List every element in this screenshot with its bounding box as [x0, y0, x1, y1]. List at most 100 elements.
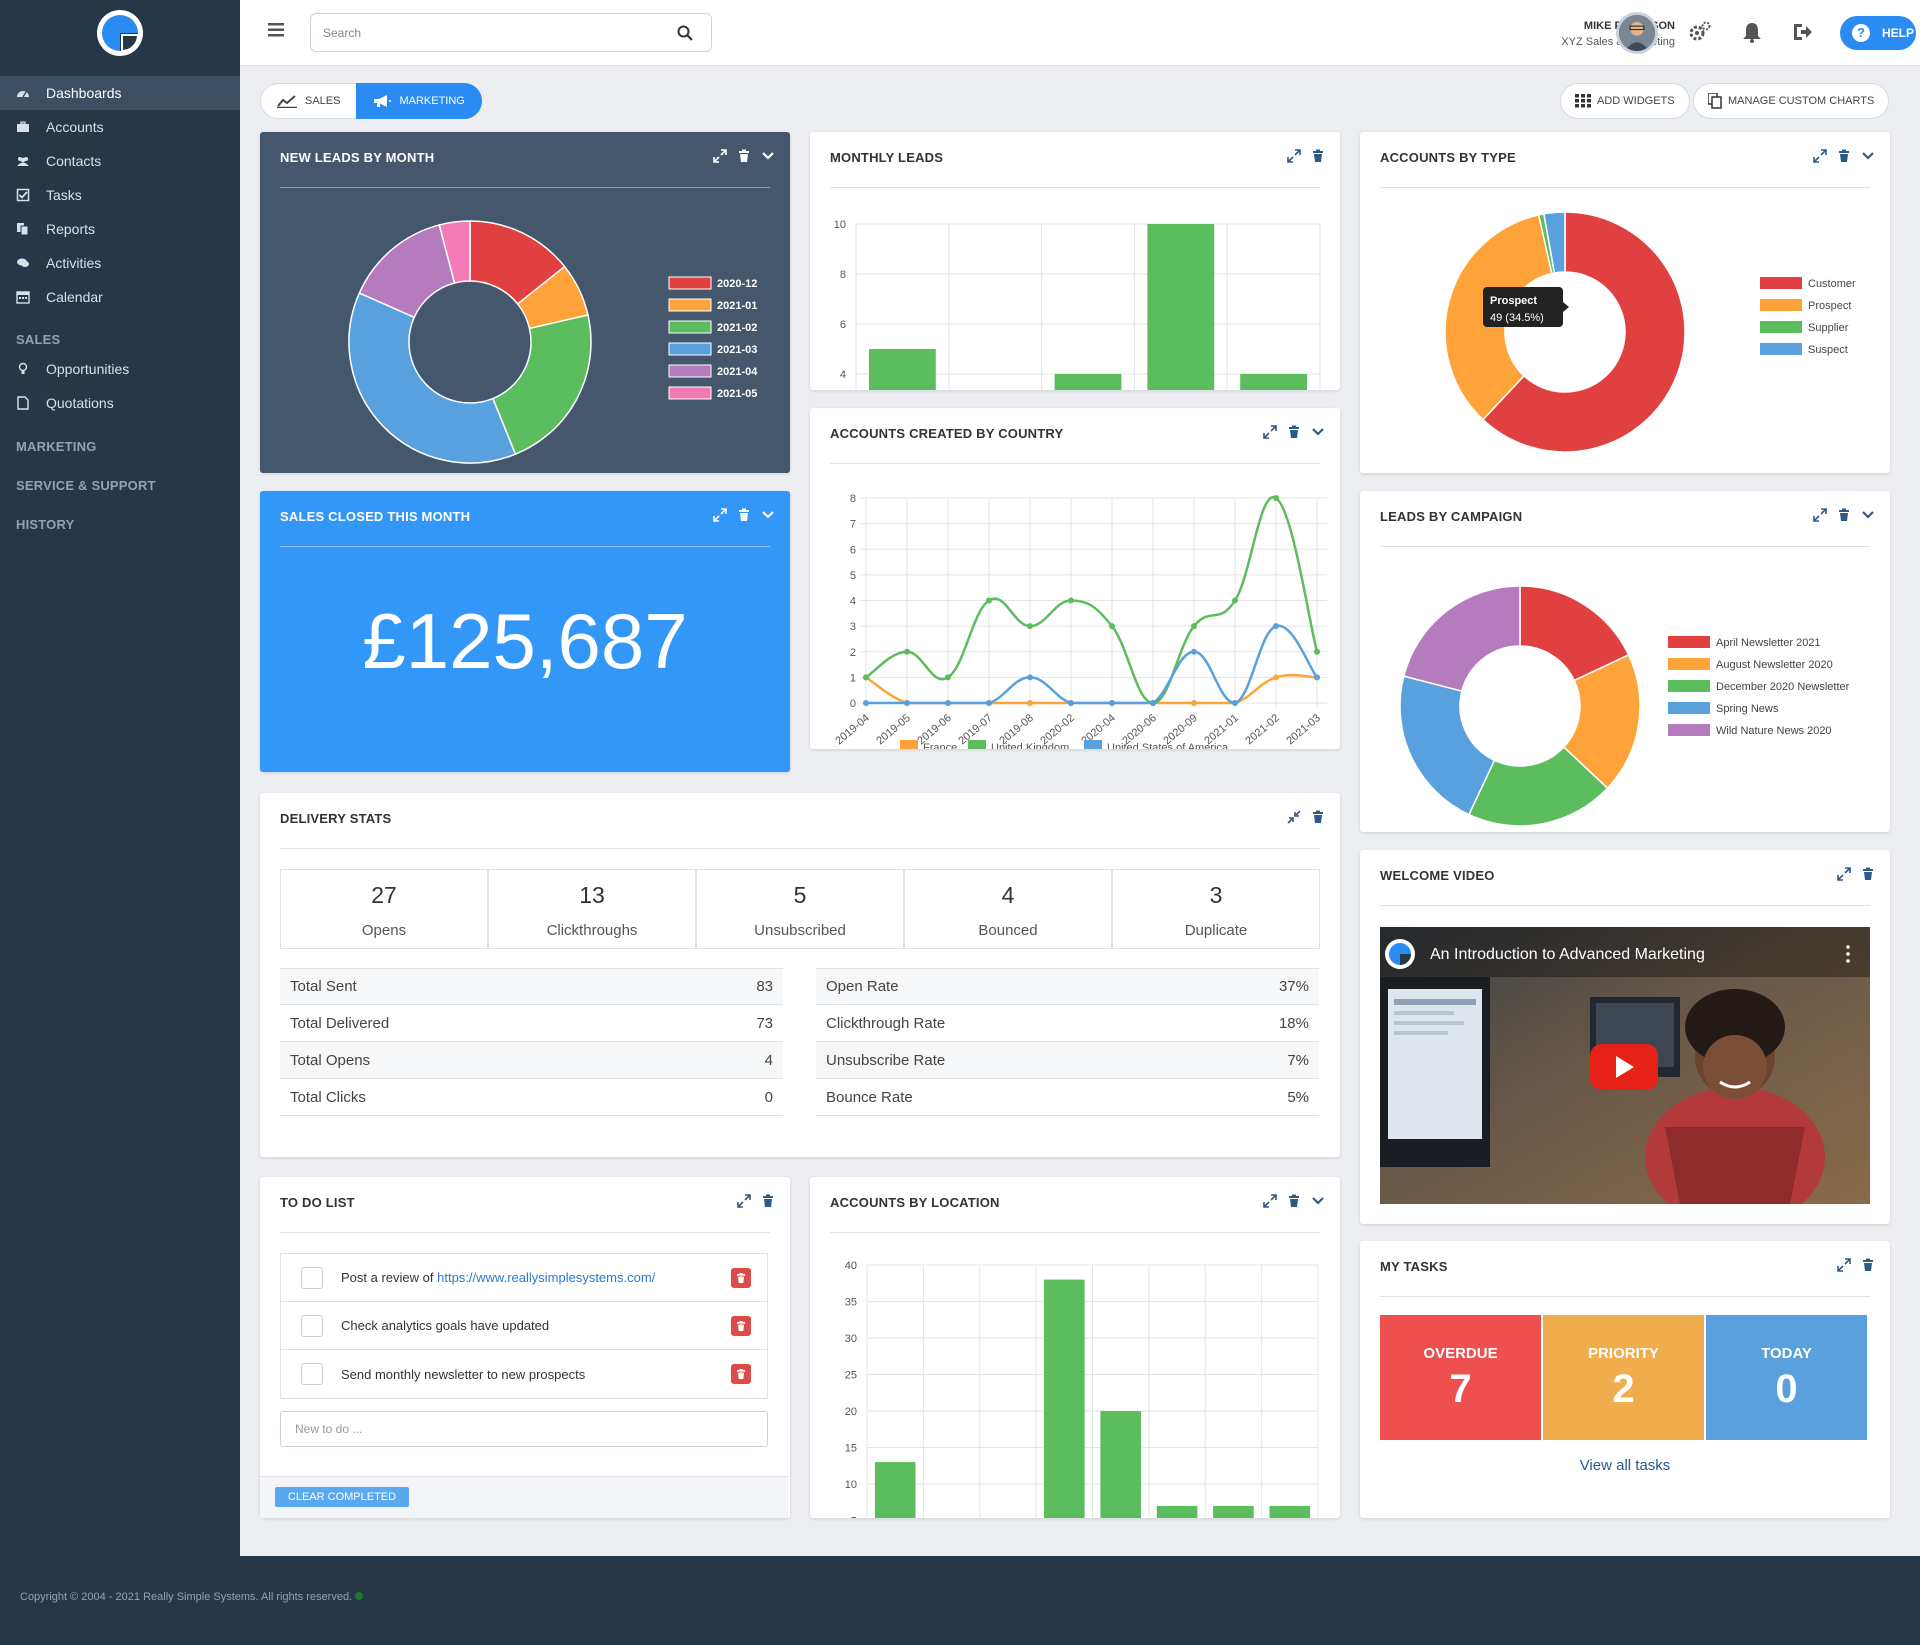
- data-point[interactable]: [945, 700, 951, 706]
- tab-marketing[interactable]: MARKETING: [356, 83, 482, 119]
- bell-icon[interactable]: [1740, 20, 1764, 44]
- manage-custom-charts-button[interactable]: MANAGE CUSTOM CHARTS: [1693, 83, 1890, 119]
- task-tile-priority[interactable]: PRIORITY 2: [1543, 1315, 1704, 1440]
- chevron-down-icon[interactable]: [1311, 425, 1325, 439]
- data-point[interactable]: [1027, 700, 1033, 706]
- view-all-tasks-link[interactable]: View all tasks: [1360, 1457, 1890, 1474]
- trash-icon[interactable]: [1287, 425, 1301, 439]
- data-point[interactable]: [1027, 674, 1033, 681]
- trash-icon[interactable]: [737, 149, 751, 163]
- sidebar-item-calendar[interactable]: Calendar: [0, 280, 240, 314]
- data-point[interactable]: [1068, 597, 1074, 604]
- help-button[interactable]: ? HELP: [1840, 16, 1916, 50]
- gears-icon[interactable]: [1688, 20, 1712, 44]
- menu-icon[interactable]: [268, 23, 284, 37]
- data-point[interactable]: [1273, 623, 1279, 630]
- tab-sales[interactable]: SALES: [260, 83, 357, 119]
- trash-icon[interactable]: [1311, 810, 1325, 824]
- sidebar-item-quotations[interactable]: Quotations: [0, 386, 240, 420]
- sidebar-item-opportunities[interactable]: Opportunities: [0, 352, 240, 386]
- bar[interactable]: [874, 1462, 916, 1518]
- sidebar-item-tasks[interactable]: Tasks: [0, 178, 240, 212]
- task-tile-today[interactable]: TODAY 0: [1706, 1315, 1867, 1440]
- avatar[interactable]: [1616, 12, 1658, 54]
- chevron-down-icon[interactable]: [761, 508, 775, 522]
- chevron-down-icon[interactable]: [1861, 149, 1875, 163]
- sidebar-item-activities[interactable]: Activities: [0, 246, 240, 280]
- add-widgets-button[interactable]: ADD WIDGETS: [1560, 83, 1690, 119]
- expand-icon[interactable]: [713, 508, 727, 522]
- trash-icon[interactable]: [1287, 1194, 1301, 1208]
- data-point[interactable]: [945, 674, 951, 681]
- data-point[interactable]: [1273, 495, 1279, 501]
- trash-icon[interactable]: [1861, 867, 1875, 881]
- bar[interactable]: [1044, 1279, 1085, 1518]
- data-point[interactable]: [1109, 700, 1115, 706]
- task-tile-overdue[interactable]: OVERDUE 7: [1380, 1315, 1541, 1440]
- expand-icon[interactable]: [1287, 149, 1301, 163]
- trash-icon[interactable]: [1837, 149, 1851, 163]
- expand-icon[interactable]: [1837, 1258, 1851, 1272]
- todo-checkbox[interactable]: [301, 1314, 323, 1337]
- sidebar-item-dashboards[interactable]: Dashboards: [0, 76, 240, 110]
- data-point[interactable]: [986, 700, 992, 706]
- todo-link[interactable]: https://www.reallysimplesystems.com/: [437, 1270, 655, 1285]
- sidebar-item-contacts[interactable]: Contacts: [0, 144, 240, 178]
- clear-completed-button[interactable]: CLEAR COMPLETED: [275, 1487, 409, 1507]
- trash-icon[interactable]: [1311, 149, 1325, 163]
- history-section[interactable]: HISTORY: [16, 517, 74, 532]
- logout-icon[interactable]: [1790, 20, 1814, 44]
- app-logo[interactable]: [95, 8, 145, 58]
- expand-icon[interactable]: [713, 149, 727, 163]
- trash-icon[interactable]: [737, 508, 751, 522]
- todo-checkbox[interactable]: [301, 1266, 323, 1289]
- expand-icon[interactable]: [1813, 149, 1827, 163]
- search-input[interactable]: Search: [310, 13, 712, 52]
- data-point[interactable]: [1232, 700, 1238, 706]
- trash-icon[interactable]: [1861, 1258, 1875, 1272]
- bar[interactable]: [1147, 224, 1215, 390]
- trash-icon[interactable]: [1837, 508, 1851, 522]
- new-todo-input[interactable]: New to do ...: [280, 1411, 768, 1447]
- bar[interactable]: [1269, 1505, 1311, 1518]
- collapse-icon[interactable]: [1287, 810, 1301, 824]
- data-point[interactable]: [1150, 700, 1156, 706]
- expand-icon[interactable]: [1263, 1194, 1277, 1208]
- expand-icon[interactable]: [1263, 425, 1277, 439]
- data-point[interactable]: [1191, 648, 1197, 655]
- bar[interactable]: [1054, 374, 1122, 390]
- series-line[interactable]: [866, 624, 1319, 705]
- data-point[interactable]: [1191, 623, 1197, 630]
- data-point[interactable]: [1109, 623, 1115, 630]
- expand-icon[interactable]: [737, 1194, 751, 1208]
- data-point[interactable]: [863, 700, 869, 706]
- data-point[interactable]: [986, 597, 992, 604]
- data-point[interactable]: [1314, 674, 1320, 681]
- delete-todo-button[interactable]: [731, 1364, 751, 1384]
- bar[interactable]: [1240, 374, 1308, 390]
- data-point[interactable]: [1027, 623, 1033, 630]
- bar[interactable]: [1213, 1505, 1254, 1518]
- bar[interactable]: [868, 349, 936, 390]
- bar[interactable]: [1156, 1505, 1198, 1518]
- delete-todo-button[interactable]: [731, 1316, 751, 1336]
- delete-todo-button[interactable]: [731, 1268, 751, 1288]
- sidebar-item-accounts[interactable]: Accounts: [0, 110, 240, 144]
- data-point[interactable]: [1191, 700, 1197, 706]
- data-point[interactable]: [1273, 674, 1279, 681]
- chevron-down-icon[interactable]: [1861, 508, 1875, 522]
- sales-section[interactable]: SALES: [16, 332, 60, 347]
- data-point[interactable]: [1232, 597, 1238, 604]
- data-point[interactable]: [863, 674, 869, 681]
- video-player[interactable]: An Introduction to Advanced Marketing: [1380, 927, 1870, 1204]
- data-point[interactable]: [904, 700, 910, 706]
- pie-slice[interactable]: [348, 292, 517, 464]
- trash-icon[interactable]: [761, 1194, 775, 1208]
- expand-icon[interactable]: [1837, 867, 1851, 881]
- pie-slice[interactable]: [1402, 585, 1521, 692]
- chevron-down-icon[interactable]: [761, 149, 775, 163]
- data-point[interactable]: [904, 648, 910, 655]
- sidebar-item-reports[interactable]: Reports: [0, 212, 240, 246]
- chevron-down-icon[interactable]: [1311, 1194, 1325, 1208]
- expand-icon[interactable]: [1813, 508, 1827, 522]
